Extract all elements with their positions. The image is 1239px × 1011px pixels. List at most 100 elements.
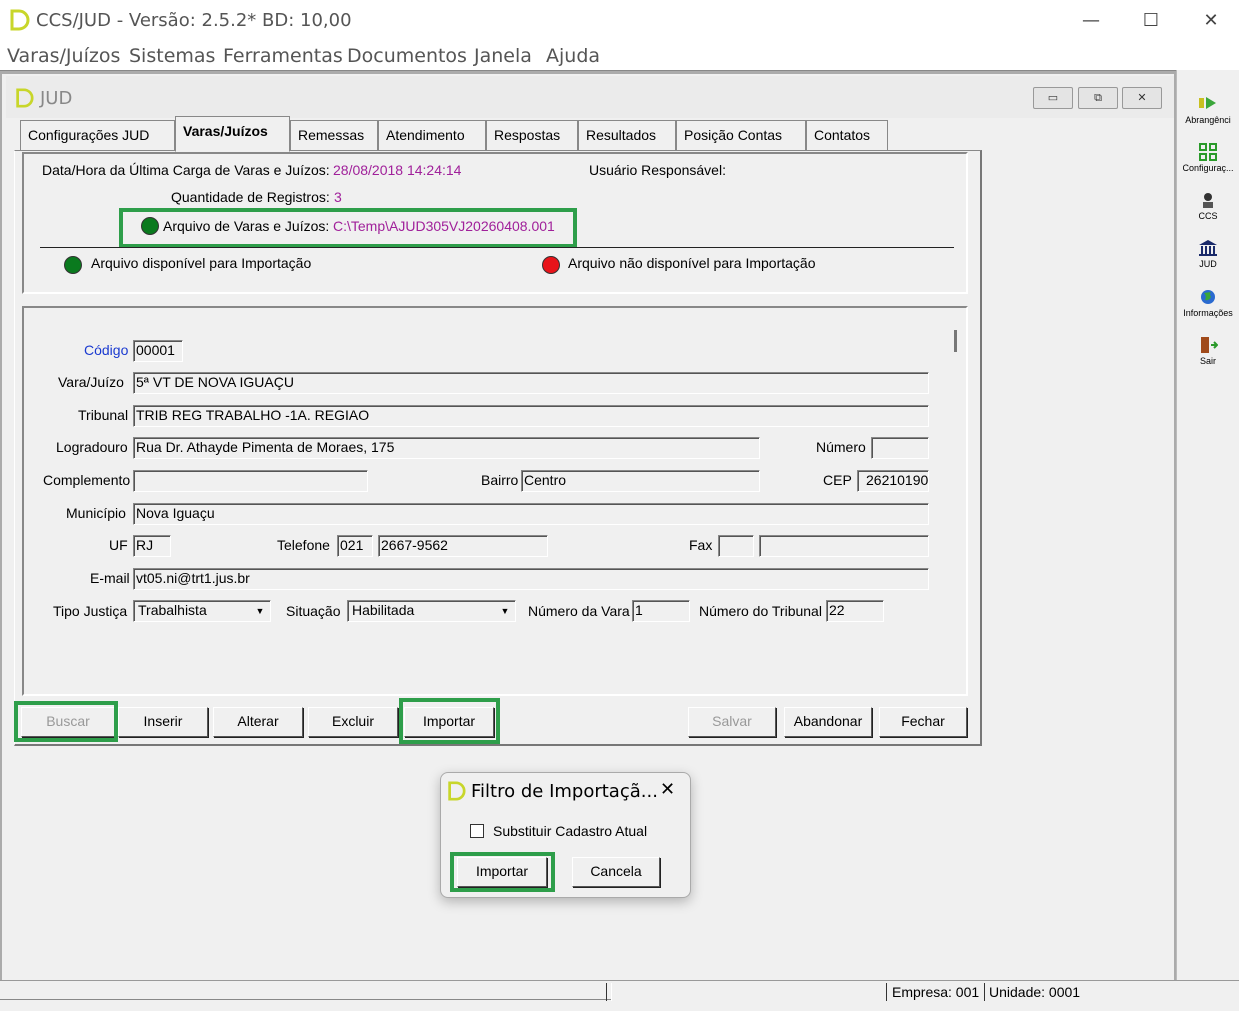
- tab-respostas[interactable]: Respostas: [486, 120, 578, 150]
- abandonar-button[interactable]: Abandonar: [784, 707, 872, 737]
- tipo-justica-value: Trabalhista: [138, 602, 207, 618]
- tab-atendimento[interactable]: Atendimento: [378, 120, 486, 150]
- telefone-ddd-field[interactable]: 021: [337, 535, 373, 557]
- tab-posicao-contas[interactable]: Posição Contas: [676, 120, 806, 150]
- complemento-field[interactable]: [133, 470, 368, 492]
- toolbar-label: Abrangênci: [1185, 115, 1231, 125]
- tipo-justica-select[interactable]: Trabalhista ▼: [133, 600, 271, 622]
- scrollbar-thumb[interactable]: [954, 330, 957, 352]
- close-button[interactable]: ✕: [1196, 8, 1226, 34]
- dialog-importar-highlight: [450, 852, 555, 892]
- dialog-close-icon[interactable]: ✕: [660, 779, 675, 800]
- logradouro-field[interactable]: Rua Dr. Athayde Pimenta de Moraes, 175: [133, 437, 760, 459]
- toolbar-ccs[interactable]: CCS: [1178, 191, 1238, 221]
- jud-logo-icon: [16, 88, 34, 108]
- tribunal-label: Tribunal: [78, 407, 129, 423]
- situacao-select[interactable]: Habilitada ▼: [347, 600, 516, 622]
- minimize-button[interactable]: —: [1076, 8, 1106, 34]
- toolbar-sair[interactable]: Sair: [1178, 336, 1238, 366]
- tab-contatos[interactable]: Contatos: [806, 120, 888, 150]
- fax-field[interactable]: [759, 535, 929, 557]
- dialog-logo-icon: [448, 781, 466, 801]
- substituir-checkbox[interactable]: [470, 824, 484, 838]
- menu-janela[interactable]: Janela: [474, 45, 532, 67]
- toolbar-abrangencia[interactable]: Abrangênci: [1178, 95, 1238, 125]
- child-minimize-button[interactable]: ▭: [1033, 87, 1073, 109]
- alterar-button[interactable]: Alterar: [213, 707, 303, 737]
- cancela-button[interactable]: Cancela: [572, 857, 660, 887]
- toolbar-configuracoes[interactable]: Configuraç...: [1178, 143, 1238, 173]
- vara-label: Vara/Juízo: [58, 374, 124, 390]
- count-label: Quantidade de Registros:: [171, 189, 330, 205]
- complemento-label: Complemento: [43, 472, 131, 488]
- importar-highlight: [399, 698, 500, 744]
- substituir-label: Substituir Cadastro Atual: [493, 823, 648, 839]
- chevron-down-icon[interactable]: ▼: [251, 602, 269, 620]
- bairro-field[interactable]: Centro: [521, 470, 760, 492]
- bairro-label: Bairro: [481, 472, 519, 488]
- toolbar-label: Configuraç...: [1182, 163, 1234, 173]
- vara-field[interactable]: 5ª VT DE NOVA IGUAÇU: [133, 372, 929, 394]
- situacao-value: Habilitada: [352, 602, 415, 618]
- salvar-button[interactable]: Salvar: [688, 707, 776, 737]
- email-field[interactable]: vt05.ni@trt1.jus.br: [133, 568, 929, 590]
- status-empresa: Empresa: 001: [892, 984, 980, 1000]
- numero-label: Número: [816, 439, 866, 455]
- numero-vara-field[interactable]: 1: [632, 600, 690, 622]
- uf-field[interactable]: RJ: [133, 535, 171, 557]
- tab-configuracoes-jud[interactable]: Configurações JUD: [20, 120, 175, 150]
- fax-ddd-field[interactable]: [718, 535, 754, 557]
- config-icon: [1198, 143, 1218, 161]
- ccs-icon: [1198, 191, 1218, 209]
- menu-varas-juizos[interactable]: Varas/Juízos: [7, 45, 120, 67]
- chevron-down-icon[interactable]: ▼: [496, 602, 514, 620]
- dialog-title: Filtro de Importaçã...: [471, 781, 658, 802]
- excluir-button[interactable]: Excluir: [308, 707, 398, 737]
- bank-icon: [1198, 239, 1218, 257]
- exit-icon: [1198, 336, 1219, 354]
- toolbar-label: Sair: [1199, 356, 1216, 366]
- toolbar-jud[interactable]: JUD: [1178, 239, 1238, 269]
- inserir-button[interactable]: Inserir: [118, 707, 208, 737]
- municipio-label: Município: [66, 505, 126, 521]
- fechar-button[interactable]: Fechar: [879, 707, 967, 737]
- child-close-button[interactable]: ✕: [1122, 87, 1162, 109]
- unavailable-icon: [542, 256, 560, 274]
- toolbar-label: Informações: [1183, 308, 1233, 318]
- child-restore-button[interactable]: ⧉: [1078, 87, 1118, 109]
- numero-field[interactable]: [871, 437, 929, 459]
- codigo-field[interactable]: 00001: [133, 340, 183, 362]
- user-label: Usuário Responsável:: [589, 162, 726, 178]
- cep-field[interactable]: 26210190: [857, 470, 929, 492]
- tab-resultados[interactable]: Resultados: [578, 120, 676, 150]
- numero-vara-label: Número da Vara: [528, 603, 630, 619]
- menu-ajuda[interactable]: Ajuda: [546, 45, 600, 67]
- uf-label: UF: [109, 537, 128, 553]
- count-value: 3: [334, 189, 342, 205]
- buscar-highlight: [14, 701, 118, 742]
- app-logo-icon: [10, 9, 30, 31]
- telefone-field[interactable]: 2667-9562: [378, 535, 548, 557]
- municipio-field[interactable]: Nova Iguaçu: [133, 503, 929, 525]
- horizontal-scrollbar[interactable]: [0, 988, 612, 1000]
- child-title-bar: [6, 76, 1174, 118]
- maximize-button[interactable]: ☐: [1136, 8, 1166, 34]
- tribunal-field[interactable]: TRIB REG TRABALHO -1A. REGIAO: [133, 405, 929, 427]
- status-divider: [984, 983, 986, 1001]
- tab-remessas[interactable]: Remessas: [290, 120, 378, 150]
- scrollbar-thumb[interactable]: [606, 983, 612, 1001]
- vara-form-panel: [22, 306, 968, 696]
- numero-tribunal-field[interactable]: 22: [826, 600, 884, 622]
- logradouro-label: Logradouro: [56, 439, 128, 455]
- tipo-justica-label: Tipo Justiça: [53, 603, 128, 619]
- menu-documentos[interactable]: Documentos: [347, 45, 467, 67]
- menu-ferramentas[interactable]: Ferramentas: [223, 45, 343, 67]
- menu-sistemas[interactable]: Sistemas: [129, 45, 215, 67]
- child-window-title: JUD: [40, 88, 73, 109]
- email-label: E-mail: [90, 570, 130, 586]
- cep-label: CEP: [823, 472, 852, 488]
- toolbar-informacoes[interactable]: Informações: [1178, 288, 1238, 318]
- tab-varas-juizos[interactable]: Varas/Juízos: [175, 116, 290, 152]
- fax-label: Fax: [689, 537, 713, 553]
- range-icon: [1198, 95, 1218, 113]
